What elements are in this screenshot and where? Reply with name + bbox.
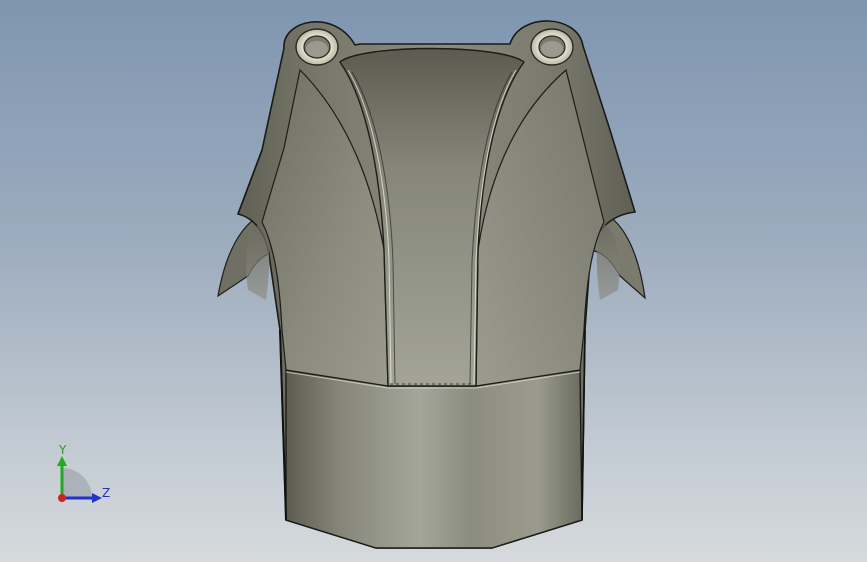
left-bolt-hole: [295, 28, 339, 66]
triad-axes-icon: [57, 456, 102, 503]
y-axis-label: Y: [59, 443, 67, 457]
orientation-triad: Y Z: [40, 438, 130, 518]
right-bolt-hole: [530, 28, 574, 66]
z-axis-label: Z: [102, 486, 111, 500]
3d-model[interactable]: [0, 0, 867, 562]
lower-band: [285, 369, 583, 549]
graphics-viewport[interactable]: Y Z: [0, 0, 867, 562]
